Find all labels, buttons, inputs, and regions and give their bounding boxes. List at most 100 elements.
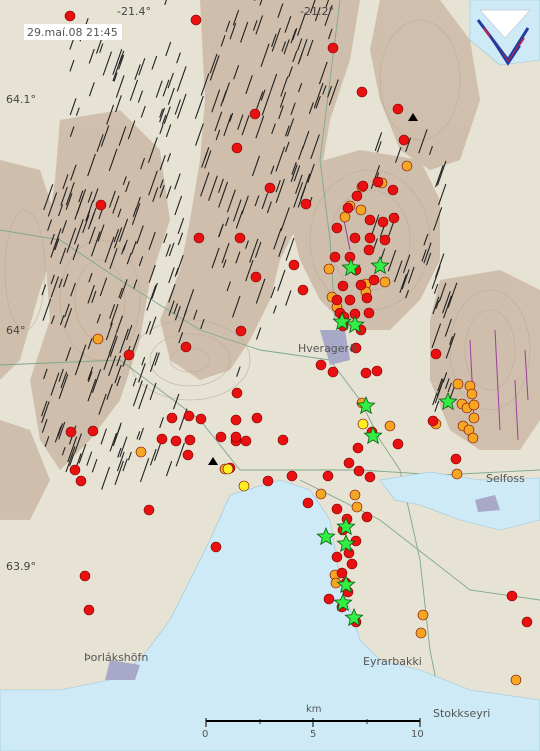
earthquake-dot [87, 425, 99, 437]
earthquake-dot [286, 470, 298, 482]
earthquake-dot [510, 674, 522, 686]
earthquake-dot [251, 412, 263, 424]
earthquake-dot [323, 263, 335, 275]
earthquake-dot [250, 271, 262, 283]
earthquake-dot [357, 180, 369, 192]
lon-label-2: -21.2° [300, 5, 334, 18]
earthquake-dot [329, 251, 341, 263]
earthquake-dot [322, 470, 334, 482]
earthquake-dot [351, 501, 363, 513]
earthquake-dot [521, 616, 533, 628]
earthquake-dot [83, 604, 95, 616]
place-label-eyrarbakki: Eyrarbakki [363, 655, 422, 668]
earthquake-dot [379, 276, 391, 288]
earthquake-dot [351, 190, 363, 202]
earthquake-dot [352, 442, 364, 454]
earthquake-dot [361, 292, 373, 304]
earthquake-dot [372, 176, 384, 188]
earthquake-dot [343, 457, 355, 469]
earthquake-dot [337, 280, 349, 292]
earthquake-dot [222, 463, 234, 475]
place-label-selfoss: Selfoss [486, 472, 525, 485]
place-label-hveragerdi: Hveragerði [298, 342, 359, 355]
earthquake-dot [379, 234, 391, 246]
earthquake-dot [249, 108, 261, 120]
lat-label-2: 64° [6, 324, 26, 337]
earthquake-dot [315, 359, 327, 371]
earthquake-dot [170, 435, 182, 447]
earthquake-dot [300, 198, 312, 210]
earthquake-dot [450, 453, 462, 465]
earthquake-dot [360, 367, 372, 379]
earthquake-dot [331, 551, 343, 563]
earthquake-dot [230, 414, 242, 426]
earthquake-dot [387, 184, 399, 196]
earthquake-dot [377, 216, 389, 228]
earthquake-dot [69, 464, 81, 476]
earthquake-dot [288, 259, 300, 271]
lat-label-3: 63.9° [6, 560, 36, 573]
earthquake-dot [135, 446, 147, 458]
lat-label-1: 64.1° [6, 93, 36, 106]
earthquake-dot [468, 412, 480, 424]
earthquake-dot [363, 307, 375, 319]
earthquake-dot [193, 232, 205, 244]
earthquake-dot [180, 341, 192, 353]
earthquake-dot [361, 511, 373, 523]
earthquake-dot [363, 244, 375, 256]
earthquake-dot [357, 418, 369, 430]
earthquake-dot [143, 504, 155, 516]
earthquake-dot [323, 593, 335, 605]
earthquake-dot [401, 160, 413, 172]
earthquake-dot [368, 274, 380, 286]
map-canvas: Hveragerði Selfoss Þorlákshöfn Eyrarbakk… [0, 0, 540, 751]
earthquake-dot [451, 468, 463, 480]
earthquake-dot [123, 349, 135, 361]
timestamp-text: 29.maí.08 21:45 [27, 26, 118, 39]
earthquake-dot [355, 204, 367, 216]
earthquake-dot [346, 558, 358, 570]
earthquake-dot [364, 232, 376, 244]
earthquake-dot [349, 232, 361, 244]
earthquake-dot [262, 475, 274, 487]
earthquake-dot [238, 480, 250, 492]
earthquake-dot [184, 434, 196, 446]
earthquake-dot [95, 199, 107, 211]
earthquake-dot [65, 426, 77, 438]
earthquake-dot [427, 415, 439, 427]
earthquake-dot [234, 232, 246, 244]
earthquake-dot [195, 413, 207, 425]
earthquake-dot [230, 431, 242, 443]
earthquake-dot [79, 570, 91, 582]
scale-tick-0: 0 [202, 729, 208, 740]
scale-tick-5: 5 [310, 729, 316, 740]
scale-tick-10: 10 [411, 729, 424, 740]
earthquake-dot [64, 10, 76, 22]
earthquake-dot [398, 134, 410, 146]
place-label-stokkseyri: Stokkseyri [433, 707, 490, 720]
earthquake-dot [344, 294, 356, 306]
earthquake-dot [364, 214, 376, 226]
earthquake-dot [215, 431, 227, 443]
earthquake-dot [231, 142, 243, 154]
earthquake-dot [264, 182, 276, 194]
earthquake-dot [415, 627, 427, 639]
earthquake-dot [210, 541, 222, 553]
scale-unit: km [306, 704, 322, 715]
earthquake-dot [302, 497, 314, 509]
earthquake-dot [156, 433, 168, 445]
earthquake-dot [315, 488, 327, 500]
earthquake-dot [327, 42, 339, 54]
earthquake-dot [182, 449, 194, 461]
earthquake-dot [331, 222, 343, 234]
earthquake-dot [339, 211, 351, 223]
earthquake-dot [331, 503, 343, 515]
earthquake-dot [388, 212, 400, 224]
earthquake-dot [466, 388, 478, 400]
earthquake-dot [277, 434, 289, 446]
earthquake-map: Hveragerði Selfoss Þorlákshöfn Eyrarbakk… [0, 0, 540, 751]
earthquake-dot [297, 284, 309, 296]
earthquake-dot [417, 609, 429, 621]
earthquake-dot [353, 465, 365, 477]
earthquake-dot [190, 14, 202, 26]
